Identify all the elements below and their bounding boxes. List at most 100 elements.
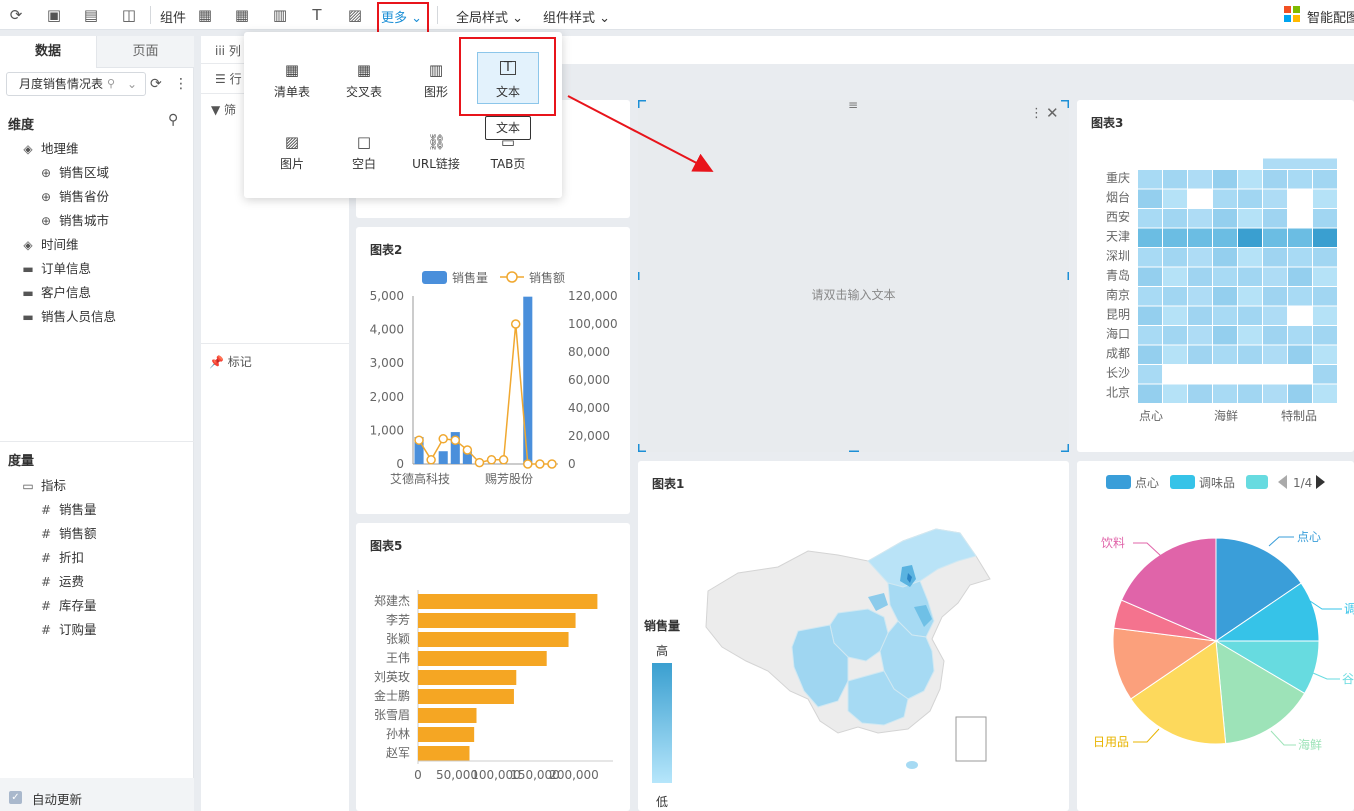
filter-shelf[interactable]: ▼ 筛 bbox=[211, 101, 236, 118]
meas-item[interactable]: # 运费 bbox=[38, 573, 84, 591]
dimension-search-icon[interactable]: ⚲ bbox=[168, 112, 178, 128]
chart3-cell bbox=[1313, 248, 1337, 267]
text-icon[interactable]: T bbox=[307, 5, 327, 25]
folder-icon: ▬ bbox=[22, 286, 34, 300]
chart3-x-label: 点心 bbox=[1139, 409, 1163, 423]
chart5-widget[interactable]: 图表5 郑建杰 李芳 张颖 王伟 刘英玫 金士鹏 张雪眉 孙林 赵军 0 50,000 100,000… bbox=[356, 523, 630, 811]
meas-item[interactable]: # 销售额 bbox=[38, 525, 97, 543]
folder-open-icon: ▭ bbox=[22, 479, 34, 493]
image-icon[interactable]: ▨ bbox=[345, 5, 365, 25]
chart5-bar bbox=[418, 594, 598, 609]
tab-data[interactable]: 数据 bbox=[0, 36, 96, 68]
refresh-dataset-icon[interactable]: ⟳ bbox=[150, 76, 162, 92]
data-panel: 数据 页面 月度销售情况表 ⚲ ⌄ ⟳ ⋮ 维度 ⚲ ◈ 地理维 ⊕ 销售区域 ⊕ 销售省… bbox=[0, 36, 194, 811]
save-as-icon[interactable]: ▤ bbox=[81, 5, 101, 25]
dim-item[interactable]: ⊕ 销售城市 bbox=[38, 212, 109, 230]
search-icon[interactable]: ⚲ bbox=[107, 73, 115, 95]
chart5-category-label: 郑建杰 bbox=[374, 593, 410, 608]
map-legend-high: 高 bbox=[656, 644, 669, 658]
chart3-cell bbox=[1238, 365, 1262, 384]
chart3-cell bbox=[1213, 189, 1237, 208]
chart3-cell bbox=[1263, 326, 1287, 345]
menu-item-image[interactable]: ▨ 图片 bbox=[257, 134, 327, 172]
dataset-select[interactable]: 月度销售情况表 ⚲ ⌄ bbox=[6, 72, 146, 96]
chart3-cell bbox=[1188, 189, 1212, 208]
chart2-widget[interactable]: 图表2 销售量 销售额 5,000 4,000 3,000 2,000 1,000 0 120,… bbox=[356, 227, 630, 514]
image-icon: ▨ bbox=[284, 133, 300, 151]
chart3-x-label: 特制品 bbox=[1281, 408, 1317, 423]
chevron-down-icon[interactable]: ⌄ bbox=[127, 73, 137, 95]
pie-widget[interactable]: 点心 调味品 1/4 点心调谷海鲜 日用品 饮料 bbox=[1077, 461, 1354, 811]
meas-item[interactable]: ▭ 指标 bbox=[20, 477, 66, 495]
columns-shelf[interactable]: iii 列 bbox=[215, 42, 241, 59]
chart3-cell bbox=[1138, 287, 1162, 306]
dim-item[interactable]: ◈ 地理维 bbox=[20, 140, 78, 158]
legend-sales-amount: 销售额 bbox=[529, 270, 565, 285]
cross-table-icon[interactable]: ▦ bbox=[232, 5, 252, 25]
chart3-cell bbox=[1313, 306, 1337, 325]
chart3-widget[interactable]: 图表3 重庆 烟台 西安 天津 深圳 青岛 南京 昆明 海口 成都 长沙 北京 点心 海鲜 特制品 bbox=[1077, 100, 1354, 452]
chart3-cell bbox=[1313, 267, 1337, 286]
chart5-bar bbox=[418, 746, 470, 761]
chart-icon[interactable]: ▥ bbox=[270, 5, 290, 25]
global-style-dropdown[interactable]: 全局样式 ⌄ bbox=[456, 7, 523, 26]
save-icon[interactable]: ▣ bbox=[44, 5, 64, 25]
dim-item[interactable]: ◈ 时间维 bbox=[20, 236, 78, 254]
menu-item-url-link[interactable]: ⛓ URL链接 bbox=[401, 134, 471, 172]
chart3-cell bbox=[1263, 267, 1287, 286]
chart3-cell bbox=[1288, 189, 1312, 208]
blank-icon: □ bbox=[356, 133, 372, 151]
chart1-widget[interactable]: 图表1 销售量 高 低 bbox=[638, 461, 1069, 811]
chart3-row-label: 昆明 bbox=[1106, 308, 1130, 322]
chart2-left-tick: 4,000 bbox=[370, 323, 404, 337]
chart3-cell bbox=[1238, 326, 1262, 345]
chart5-svg: 郑建杰李芳张颖王伟刘英玫金士鹏张雪眉孙林赵军0 50,000100,000150,… bbox=[374, 590, 613, 782]
refresh-icon[interactable]: ⟳ bbox=[6, 5, 26, 25]
chart3-x-label: 海鲜 bbox=[1214, 408, 1238, 423]
rows-shelf[interactable]: ☰ 行 bbox=[215, 70, 242, 87]
chart5-category-label: 张雪眉 bbox=[374, 708, 410, 722]
mark-shelf[interactable]: 📌 标记 bbox=[209, 353, 252, 370]
chart2-right-tick: 80,000 bbox=[568, 345, 610, 359]
cross-table-icon: ▦ bbox=[356, 61, 372, 79]
chart3-row-label: 深圳 bbox=[1106, 249, 1130, 263]
dim-item[interactable]: ▬ 销售人员信息 bbox=[20, 308, 116, 326]
dim-item[interactable]: ⊕ 销售区域 bbox=[38, 164, 109, 182]
meas-item[interactable]: # 销售量 bbox=[38, 501, 97, 519]
chart3-cell bbox=[1213, 170, 1237, 189]
chart3-cell bbox=[1288, 228, 1312, 247]
chart3-cell bbox=[1163, 248, 1187, 267]
chart3-cell bbox=[1188, 326, 1212, 345]
chart2-right-tick: 60,000 bbox=[568, 373, 610, 387]
chart3-row-label: 长沙 bbox=[1106, 366, 1130, 380]
dim-item[interactable]: ▬ 订单信息 bbox=[20, 260, 91, 278]
menu-item-label: 图片 bbox=[279, 157, 304, 171]
smart-chart-button[interactable]: 智能配图 bbox=[1307, 7, 1354, 26]
menu-item-cross-table[interactable]: ▦ 交叉表 bbox=[329, 62, 399, 100]
pie-label: 饮料 bbox=[1101, 536, 1125, 550]
dim-item-label: 订单信息 bbox=[41, 261, 92, 276]
chart3-cell bbox=[1138, 189, 1162, 208]
dim-item[interactable]: ⊕ 销售省份 bbox=[38, 188, 109, 206]
meas-item[interactable]: # 订购量 bbox=[38, 621, 97, 639]
auto-update-checkbox[interactable]: ✓ bbox=[9, 791, 22, 804]
legend-marker bbox=[506, 271, 518, 283]
preview-icon[interactable]: ◫ bbox=[119, 5, 139, 25]
chart3-cell bbox=[1288, 384, 1312, 403]
chart3-cell bbox=[1213, 248, 1237, 267]
chart3-row-label: 海口 bbox=[1106, 326, 1130, 341]
chart2-point bbox=[450, 435, 461, 445]
chart2-bar bbox=[523, 296, 533, 464]
tab-page[interactable]: 页面 bbox=[96, 36, 194, 68]
dim-item[interactable]: ▬ 客户信息 bbox=[20, 284, 91, 302]
more-options-icon[interactable]: ⋮ bbox=[174, 76, 188, 92]
list-table-icon[interactable]: ▦ bbox=[195, 5, 215, 25]
chart3-cell bbox=[1263, 384, 1287, 403]
pie-leader bbox=[1309, 600, 1342, 610]
meas-item[interactable]: # 库存量 bbox=[38, 597, 97, 615]
menu-item-list-table[interactable]: ▦ 清单表 bbox=[257, 62, 327, 100]
meas-item[interactable]: # 折扣 bbox=[38, 549, 84, 567]
component-style-dropdown[interactable]: 组件样式 ⌄ bbox=[543, 7, 610, 26]
menu-item-blank[interactable]: □ 空白 bbox=[329, 134, 399, 172]
chart3-cell bbox=[1138, 267, 1162, 286]
